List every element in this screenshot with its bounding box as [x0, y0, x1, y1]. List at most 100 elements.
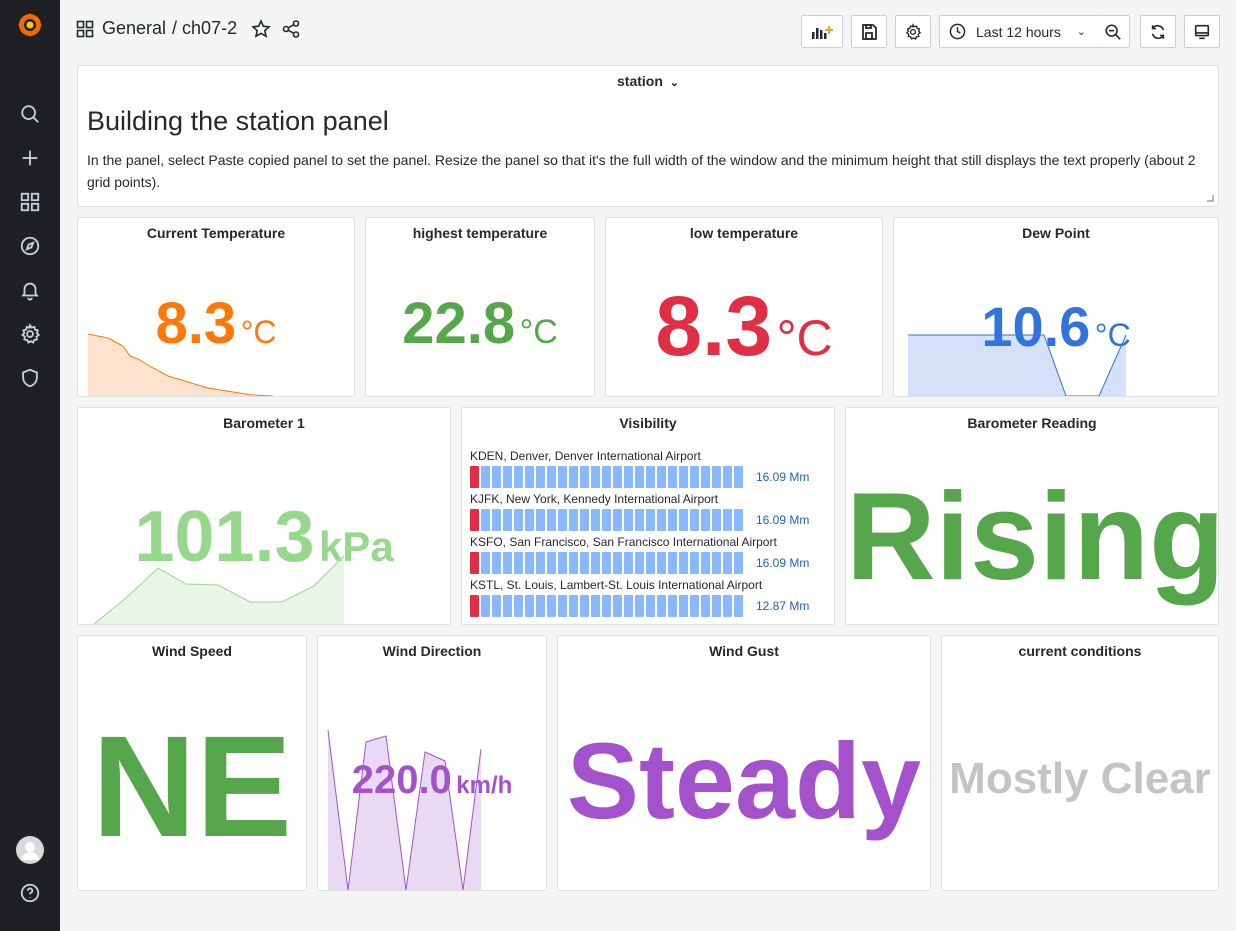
bar-gauge-cell — [635, 552, 644, 574]
bar-gauge-cell — [547, 509, 556, 531]
bar-gauge-cell — [635, 595, 644, 617]
bar-gauge-cell — [525, 466, 534, 488]
barometer-1-panel[interactable]: Barometer 1 101.3 kPa — [77, 407, 451, 625]
star-icon[interactable] — [251, 18, 271, 39]
bar-gauge-cell — [514, 509, 523, 531]
folder-link[interactable]: General — [102, 18, 166, 39]
bar-gauge-cell — [723, 509, 732, 531]
bar-gauge-cell — [734, 552, 743, 574]
bar-gauge-cell — [668, 509, 677, 531]
zoom-out-button[interactable] — [1096, 15, 1130, 48]
panel-title: Wind Speed — [152, 643, 232, 659]
stat-unit: °C — [1094, 317, 1131, 353]
bar-gauge-cell — [525, 595, 534, 617]
bar-gauge-cell — [569, 466, 578, 488]
bar-gauge-cell — [569, 509, 578, 531]
grafana-logo-icon[interactable] — [17, 12, 43, 38]
bar-gauge-cell — [602, 509, 611, 531]
bar-gauge-cell — [470, 552, 479, 574]
explore-compass-icon[interactable] — [18, 234, 42, 258]
bar-gauge-cell — [701, 595, 710, 617]
wind-speed-panel[interactable]: Wind Speed NE — [77, 635, 307, 891]
bar-gauge-cell — [591, 509, 600, 531]
bar-gauge-cell — [657, 552, 666, 574]
stat-value-block: 22.8 °C — [366, 290, 594, 357]
bar-gauge-cell — [679, 466, 688, 488]
chevron-down-icon: ⌄ — [669, 77, 679, 89]
variable-label: station — [617, 73, 663, 89]
panel-title: current conditions — [1018, 643, 1142, 659]
alerting-bell-icon[interactable] — [18, 278, 42, 302]
barometer-reading-panel[interactable]: Barometer Reading Rising — [845, 407, 1219, 625]
bar-gauge-label: KSFO, San Francisco, San Francisco Inter… — [470, 535, 777, 549]
bar-gauge-cell — [624, 552, 633, 574]
bar-gauge-bar: 16.09 Mm — [470, 466, 820, 488]
bar-gauge-cell — [734, 466, 743, 488]
time-range-picker[interactable]: Last 12 hours ⌄ — [939, 15, 1097, 48]
visibility-panel[interactable]: Visibility KDEN, Denver, Denver Internat… — [461, 407, 835, 625]
refresh-button[interactable] — [1140, 15, 1176, 48]
bar-gauge-cell — [602, 552, 611, 574]
highest-temperature-panel[interactable]: highest temperature 22.8 °C — [365, 217, 595, 397]
bar-gauge-cell — [646, 466, 655, 488]
bar-gauge-cell — [646, 552, 655, 574]
station-variable-picker[interactable]: station ⌄ — [78, 73, 1218, 89]
bar-gauge-value: 12.87 Mm — [756, 599, 810, 613]
stat-unit: °C — [776, 310, 833, 366]
current-conditions-panel[interactable]: current conditions Mostly Clear — [941, 635, 1219, 891]
bar-gauge-cell — [547, 595, 556, 617]
bar-gauge-cell — [646, 595, 655, 617]
bar-gauge-cell — [514, 595, 523, 617]
help-icon[interactable] — [18, 881, 42, 905]
search-icon[interactable] — [18, 102, 42, 126]
panel-title: Barometer Reading — [967, 415, 1097, 431]
panel-title: low temperature — [689, 225, 799, 241]
bar-gauge-cell — [547, 552, 556, 574]
dew-point-panel[interactable]: Dew Point 10.6 °C — [893, 217, 1219, 397]
bar-gauge-cell — [712, 466, 721, 488]
user-avatar-icon[interactable] — [16, 836, 44, 864]
bar-gauge-cell — [712, 552, 721, 574]
bar-gauge-cell — [492, 595, 501, 617]
bar-gauge-cell — [536, 552, 545, 574]
bar-gauge-cell — [635, 466, 644, 488]
bar-gauge-cell — [481, 552, 490, 574]
wind-gust-panel[interactable]: Wind Gust Steady — [557, 635, 931, 891]
add-panel-icon — [812, 25, 833, 39]
text-panel: station ⌄ Building the station panel In … — [77, 65, 1219, 207]
share-icon[interactable] — [281, 19, 301, 39]
stat-value: 101.3 — [134, 497, 315, 577]
bar-gauge-cell — [712, 509, 721, 531]
add-panel-button[interactable] — [801, 15, 843, 48]
low-temperature-panel[interactable]: low temperature 8.3 °C — [605, 217, 883, 397]
bar-gauge-cell — [591, 552, 600, 574]
tv-mode-button[interactable] — [1184, 15, 1220, 48]
resize-handle-icon[interactable] — [1207, 195, 1214, 202]
stat-value: Steady — [566, 720, 922, 841]
stat-value: 8.3 — [155, 291, 237, 356]
bar-gauge-cell — [613, 595, 622, 617]
monitor-icon — [1194, 24, 1210, 39]
save-icon — [862, 23, 877, 40]
dashboard-title[interactable]: / ch07-2 — [172, 18, 237, 39]
bar-gauge-cell — [569, 595, 578, 617]
dashboard-settings-button[interactable] — [895, 15, 931, 48]
bar-gauge-cell — [536, 509, 545, 531]
configuration-gear-icon[interactable] — [18, 322, 42, 346]
zoom-out-icon — [1104, 23, 1121, 40]
stat-unit: °C — [519, 313, 558, 351]
bar-gauge-cell — [503, 552, 512, 574]
server-admin-shield-icon[interactable] — [18, 366, 42, 390]
bar-gauge-cell — [668, 552, 677, 574]
bar-gauge-cell — [470, 509, 479, 531]
bar-gauge-cell — [536, 595, 545, 617]
bar-gauge-cell — [624, 595, 633, 617]
bar-gauge-bar: 16.09 Mm — [470, 552, 820, 574]
current-temperature-panel[interactable]: Current Temperature 8.3 °C — [77, 217, 355, 397]
bar-gauge-cell — [580, 595, 589, 617]
dashboards-icon[interactable] — [18, 190, 42, 214]
wind-direction-panel[interactable]: Wind Direction 220.0 km/h — [317, 635, 547, 891]
save-dashboard-button[interactable] — [851, 15, 887, 48]
plus-icon[interactable] — [18, 146, 42, 170]
bar-gauge-cell — [690, 509, 699, 531]
